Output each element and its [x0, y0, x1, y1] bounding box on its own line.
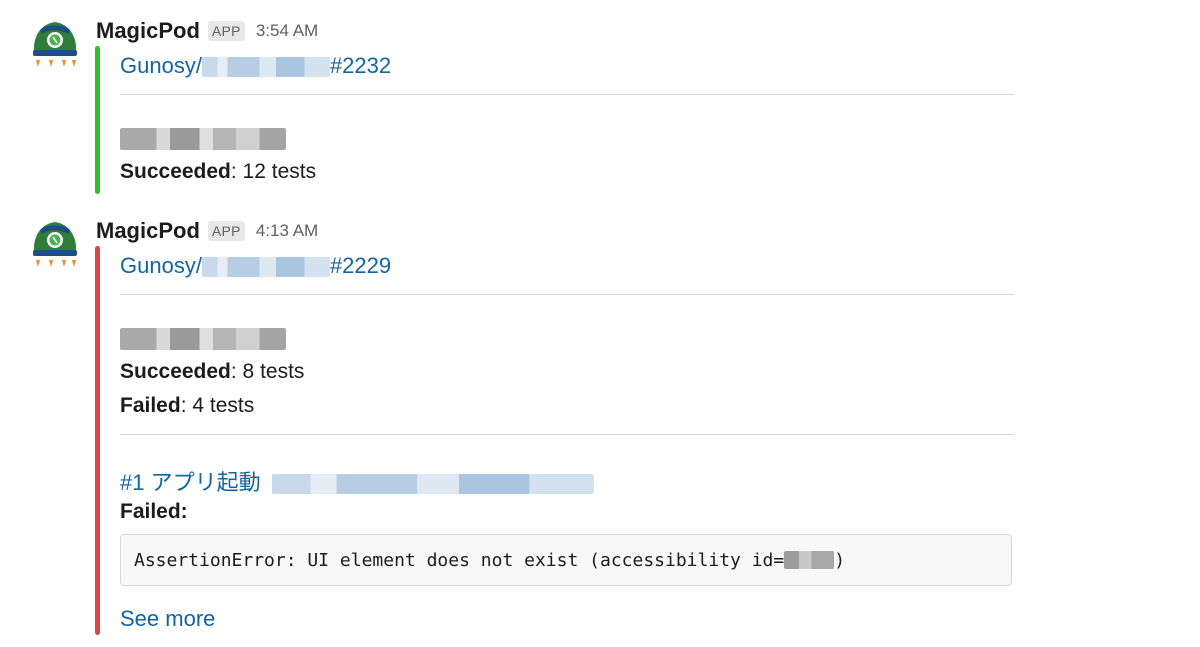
failed-label-row: Failed: — [120, 500, 188, 524]
message-header: MagicPod APP 3:54 AM — [96, 17, 318, 45]
app-badge: APP — [207, 221, 245, 241]
error-close: ) — [834, 549, 846, 571]
build-number[interactable]: #2229 — [330, 253, 391, 278]
result-succeeded: Succeeded: 8 tests — [120, 360, 304, 384]
redacted-project-name — [201, 57, 330, 78]
result-failed: Failed: 4 tests — [120, 394, 254, 418]
message-header: MagicPod APP 4:13 AM — [96, 217, 318, 245]
divider — [120, 94, 1014, 95]
attachment-accent-bar — [95, 246, 100, 635]
error-text: AssertionError: UI element does not exis… — [134, 549, 785, 571]
magicpod-avatar-icon[interactable] — [28, 220, 82, 268]
result-succeeded: Succeeded: 12 tests — [120, 160, 316, 184]
result-label: Succeeded — [120, 160, 231, 183]
build-link-prefix[interactable]: Gunosy/ — [120, 53, 202, 78]
build-link[interactable]: Gunosy/ #2232 — [120, 53, 391, 79]
result-value: : 4 tests — [180, 394, 255, 417]
result-value: : 8 tests — [230, 360, 305, 383]
result-label: Succeeded — [120, 360, 231, 383]
result-label: Failed — [120, 394, 181, 417]
redacted-test-name — [272, 474, 595, 495]
app-badge: APP — [207, 21, 245, 41]
build-link-prefix[interactable]: Gunosy/ — [120, 253, 202, 278]
sender-name[interactable]: MagicPod — [96, 18, 200, 44]
failed-label: Failed: — [120, 500, 188, 523]
redacted-project-name — [201, 257, 330, 278]
timestamp[interactable]: 4:13 AM — [256, 221, 318, 241]
see-more-link[interactable]: See more — [120, 606, 215, 631]
see-more-row[interactable]: See more — [120, 606, 215, 632]
redacted-text — [120, 128, 286, 151]
magicpod-avatar-icon[interactable] — [28, 20, 82, 68]
failed-test-title[interactable]: #1 アプリ起動 — [120, 470, 261, 495]
redacted-summary — [120, 327, 286, 351]
sender-name[interactable]: MagicPod — [96, 218, 200, 244]
build-number[interactable]: #2232 — [330, 53, 391, 78]
redacted-summary — [120, 127, 286, 151]
result-value: : 12 tests — [230, 160, 317, 183]
build-link[interactable]: Gunosy/ #2229 — [120, 253, 391, 279]
redacted-text — [120, 328, 286, 351]
error-code-block: AssertionError: UI element does not exis… — [120, 534, 1012, 586]
failed-test-link[interactable]: #1 アプリ起動 — [120, 465, 595, 497]
attachment-accent-bar — [95, 46, 100, 194]
divider — [120, 294, 1014, 295]
timestamp[interactable]: 3:54 AM — [256, 21, 318, 41]
redacted-accessibility-id — [784, 551, 835, 569]
divider — [120, 434, 1014, 435]
